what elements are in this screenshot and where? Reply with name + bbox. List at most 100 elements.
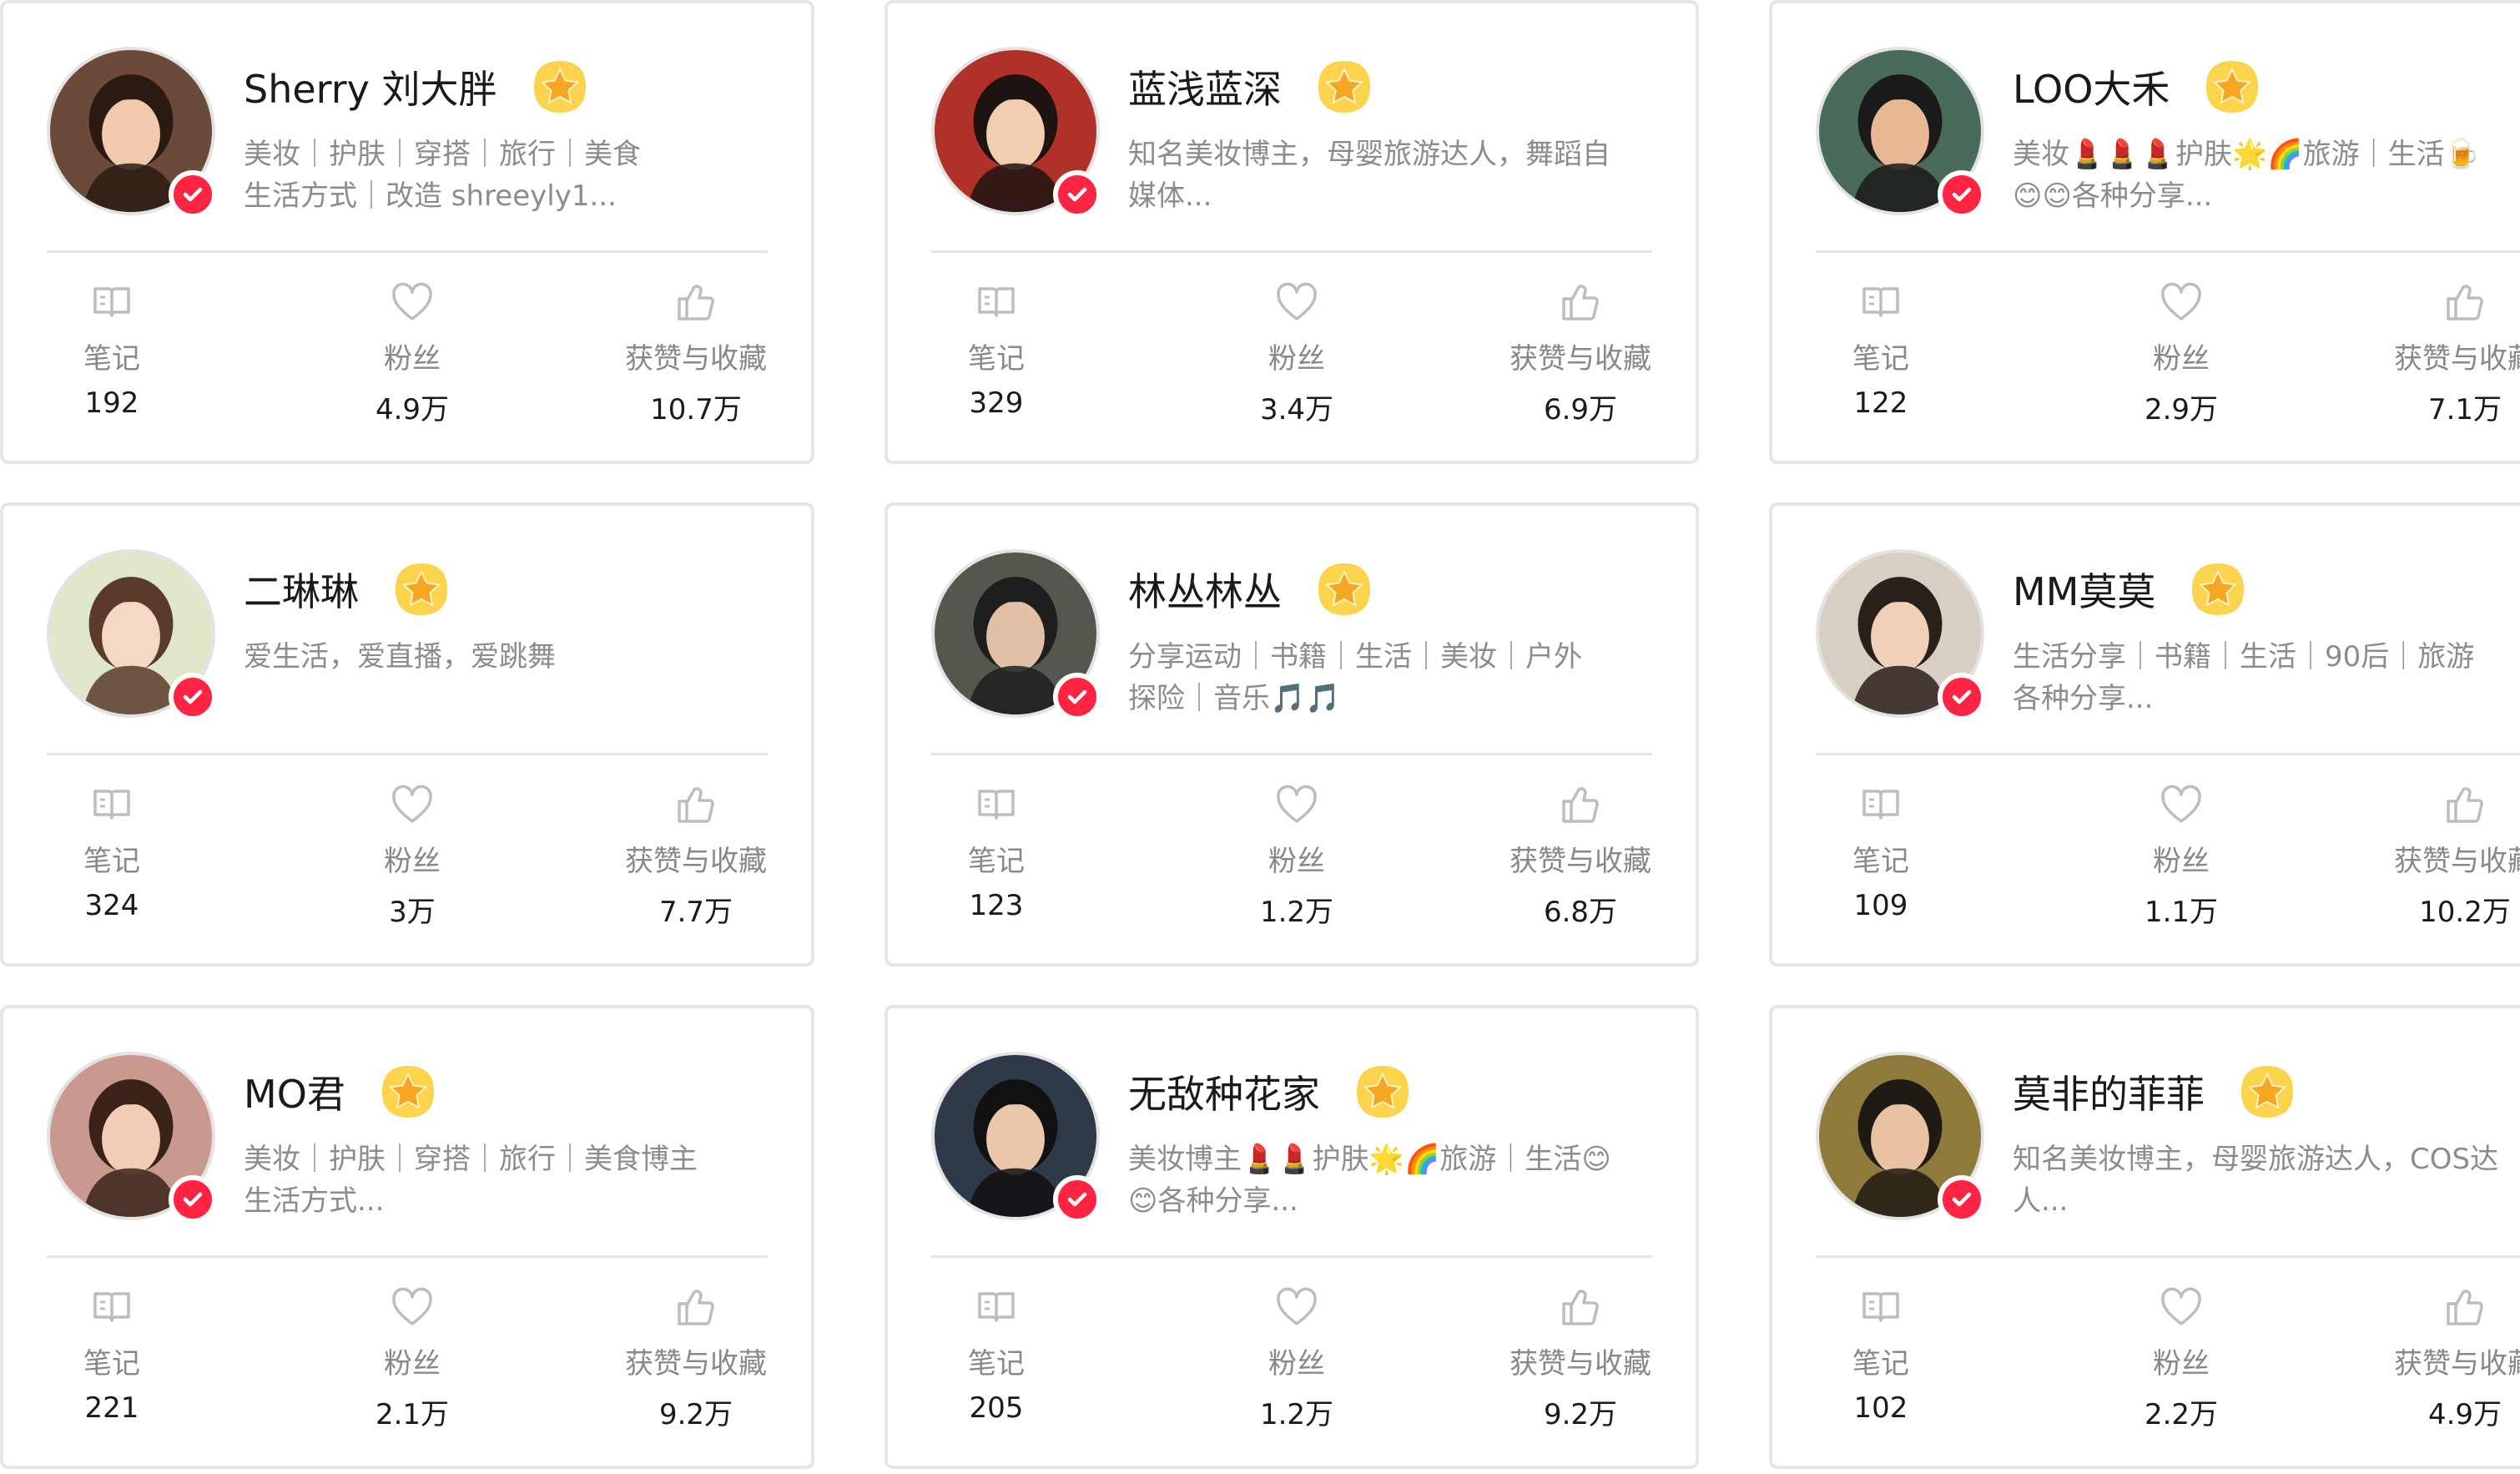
stat-value: 2.1万 bbox=[375, 1398, 450, 1431]
influencer-card[interactable]: MM莫莫 生活分享｜书籍｜生活｜90后｜旅游 各种分享... 笔记 109 粉丝 1.1万 获… bbox=[1769, 502, 2520, 967]
stat-label: 粉丝 bbox=[2153, 845, 2210, 878]
stat-value: 324 bbox=[84, 889, 139, 922]
influencer-card[interactable]: 林丛林丛 分享运动｜书籍｜生活｜美妆｜户外 探险｜音乐🎵🎵 笔记 123 粉丝 1.2万 获赞… bbox=[885, 502, 1699, 967]
stat-label: 粉丝 bbox=[1268, 845, 1325, 878]
influencer-name[interactable]: Sherry 刘大胖 bbox=[244, 59, 497, 114]
star-icon bbox=[531, 58, 589, 116]
avatar-wrap[interactable] bbox=[1816, 47, 1986, 219]
stat-value: 3万 bbox=[389, 896, 436, 929]
avatar-wrap[interactable] bbox=[47, 1052, 217, 1224]
stat-likes: 获赞与收藏 4.9万 bbox=[2381, 1284, 2520, 1432]
stat-fans: 粉丝 1.1万 bbox=[2114, 781, 2248, 930]
star-icon bbox=[379, 1063, 437, 1121]
influencer-name[interactable]: 林丛林丛 bbox=[1128, 562, 1282, 617]
thumbs-up-icon bbox=[1557, 279, 1604, 326]
influencer-bio: 知名美妆博主，母婴旅游达人，COS达 人... bbox=[2013, 1138, 2520, 1222]
stat-fans: 粉丝 2.9万 bbox=[2114, 279, 2248, 427]
divider bbox=[931, 753, 1652, 755]
divider bbox=[931, 1255, 1652, 1258]
avatar-wrap[interactable] bbox=[931, 549, 1101, 721]
heart-icon bbox=[1273, 279, 1320, 326]
thumbs-up-icon bbox=[2442, 1284, 2488, 1330]
stat-value: 109 bbox=[1853, 889, 1908, 922]
verified-check-icon bbox=[1938, 673, 1986, 721]
influencer-card[interactable]: 莫非的菲菲 知名美妆博主，母婴旅游达人，COS达 人... 笔记 102 粉丝 2.2万 获赞… bbox=[1769, 1005, 2520, 1469]
influencer-bio: 生活分享｜书籍｜生活｜90后｜旅游 各种分享... bbox=[2013, 636, 2520, 719]
stat-value: 9.2万 bbox=[658, 1398, 733, 1431]
stat-value: 221 bbox=[84, 1391, 139, 1425]
stat-notes: 笔记 122 bbox=[1831, 279, 1931, 420]
star-icon bbox=[392, 560, 451, 618]
influencer-card[interactable]: 无敌种花家 美妆博主💄💄护肤🌟🌈旅游｜生活😊 😊各种分享... 笔记 205 粉丝 1.2万… bbox=[885, 1005, 1699, 1469]
avatar-wrap[interactable] bbox=[931, 47, 1101, 219]
influencer-name[interactable]: 无敌种花家 bbox=[1128, 1064, 1320, 1119]
influencer-card[interactable]: LOO大禾美妆💄💄💄护肤🌟🌈旅游｜生活🍺 😊😊各种分享... 笔记 122 粉丝 2.9万… bbox=[1769, 0, 2520, 464]
influencer-bio: 知名美妆博主，母婴旅游达人，舞蹈自 媒体... bbox=[1128, 134, 1662, 217]
heart-icon bbox=[2158, 1284, 2205, 1330]
influencer-name[interactable]: 莫非的菲菲 bbox=[2013, 1064, 2205, 1119]
influencer-name[interactable]: MM莫莫 bbox=[2013, 562, 2155, 617]
avatar-wrap[interactable] bbox=[47, 549, 217, 721]
avatar-wrap[interactable] bbox=[1816, 1052, 1986, 1224]
thumbs-up-icon bbox=[1557, 781, 1604, 828]
stat-label: 粉丝 bbox=[384, 1347, 441, 1381]
stat-label: 笔记 bbox=[968, 845, 1025, 878]
verified-check-icon bbox=[1053, 1175, 1101, 1224]
thumbs-up-icon bbox=[2442, 781, 2488, 828]
name-row: 无敌种花家 bbox=[1128, 1058, 1412, 1125]
thumbs-up-icon bbox=[673, 279, 719, 326]
stat-value: 7.1万 bbox=[2427, 393, 2502, 427]
book-icon bbox=[1857, 781, 1904, 828]
stat-label: 获赞与收藏 bbox=[1509, 1347, 1651, 1381]
book-icon bbox=[88, 279, 135, 326]
stat-label: 获赞与收藏 bbox=[2394, 845, 2520, 878]
avatar-wrap[interactable] bbox=[931, 1052, 1101, 1224]
divider bbox=[1816, 753, 2520, 755]
stat-notes: 笔记 324 bbox=[62, 781, 162, 922]
heart-icon bbox=[1273, 1284, 1320, 1330]
influencer-bio: 美妆｜护肤｜穿搭｜旅行｜美食 生活方式｜改造 shreeyly1... bbox=[244, 134, 778, 217]
influencer-card[interactable]: 二琳琳 爱生活，爱直播，爱跳舞 笔记 324 粉丝 3万 获赞与收藏 7.7万 bbox=[0, 502, 814, 967]
influencer-card[interactable]: 蓝浅蓝深 知名美妆博主，母婴旅游达人，舞蹈自 媒体... 笔记 329 粉丝 3.4万 获赞与… bbox=[885, 0, 1699, 464]
verified-check-icon bbox=[169, 1175, 217, 1224]
stat-fans: 粉丝 2.1万 bbox=[345, 1284, 479, 1432]
heart-icon bbox=[1273, 781, 1320, 828]
avatar-wrap[interactable] bbox=[47, 47, 217, 219]
influencer-bio: 美妆💄💄💄护肤🌟🌈旅游｜生活🍺 😊😊各种分享... bbox=[2013, 134, 2520, 217]
thumbs-up-icon bbox=[1557, 1284, 1604, 1330]
influencer-card[interactable]: Sherry 刘大胖美妆｜护肤｜穿搭｜旅行｜美食 生活方式｜改造 shreeyly… bbox=[0, 0, 814, 464]
verified-check-icon bbox=[169, 170, 217, 219]
stat-value: 205 bbox=[969, 1391, 1024, 1425]
bio-line: 美妆｜护肤｜穿搭｜旅行｜美食 bbox=[244, 138, 641, 171]
influencer-bio: 美妆博主💄💄护肤🌟🌈旅游｜生活😊 😊各种分享... bbox=[1128, 1138, 1662, 1222]
stat-likes: 获赞与收藏 7.1万 bbox=[2381, 279, 2520, 427]
influencer-name[interactable]: 蓝浅蓝深 bbox=[1128, 59, 1282, 114]
star-icon bbox=[2189, 560, 2247, 618]
stat-value: 10.2万 bbox=[2419, 896, 2511, 929]
star-icon bbox=[1315, 560, 1373, 618]
divider bbox=[47, 1255, 768, 1258]
stat-value: 1.2万 bbox=[1259, 896, 1334, 929]
influencer-name[interactable]: MO君 bbox=[244, 1064, 345, 1119]
book-icon bbox=[88, 1284, 135, 1330]
verified-check-icon bbox=[1053, 673, 1101, 721]
stat-label: 获赞与收藏 bbox=[1509, 342, 1651, 376]
bio-line: 分享运动｜书籍｜生活｜美妆｜户外 bbox=[1128, 640, 1582, 674]
stat-value: 192 bbox=[84, 386, 139, 420]
bio-line: 知名美妆博主，母婴旅游达人，舞蹈自 bbox=[1128, 138, 1610, 171]
influencer-bio: 爱生活，爱直播，爱跳舞 bbox=[244, 636, 778, 678]
influencer-name[interactable]: 二琳琳 bbox=[244, 562, 359, 617]
influencer-card[interactable]: MO君 美妆｜护肤｜穿搭｜旅行｜美食博主 生活方式... 笔记 221 粉丝 2.1万 获赞与… bbox=[0, 1005, 814, 1469]
stat-value: 7.7万 bbox=[658, 896, 733, 929]
stat-value: 2.2万 bbox=[2144, 1398, 2219, 1431]
bio-line: 人... bbox=[2013, 1184, 2069, 1218]
stat-label: 粉丝 bbox=[384, 845, 441, 878]
avatar-wrap[interactable] bbox=[1816, 549, 1986, 721]
stat-value: 6.8万 bbox=[1543, 896, 1618, 929]
stat-notes: 笔记 192 bbox=[62, 279, 162, 420]
stat-label: 粉丝 bbox=[384, 342, 441, 376]
divider bbox=[47, 753, 768, 755]
influencer-name[interactable]: LOO大禾 bbox=[2013, 59, 2170, 114]
heart-icon bbox=[389, 781, 436, 828]
star-icon bbox=[1315, 58, 1373, 116]
